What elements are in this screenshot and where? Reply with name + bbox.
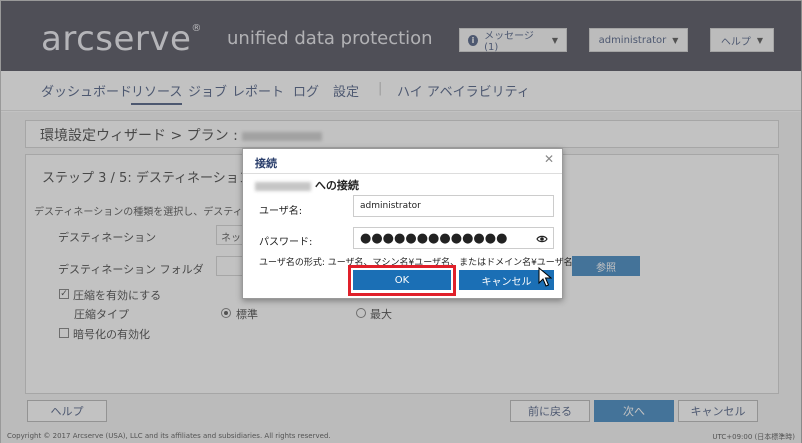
eye-icon[interactable] — [536, 233, 548, 245]
username-label: ユーザ名: — [259, 206, 303, 217]
password-label: パスワード: — [259, 237, 313, 248]
close-icon[interactable]: ✕ — [542, 152, 556, 166]
ok-button-highlight — [348, 265, 456, 296]
connect-dialog: 接続 ✕ への接続 ユーザ名: administrator パスワード: ●●●… — [242, 148, 573, 299]
username-input[interactable]: administrator — [353, 195, 554, 217]
dialog-title: 接続 — [255, 157, 277, 170]
dialog-divider — [243, 173, 562, 174]
password-mask: ●●●●●●●●●●●●● — [360, 231, 508, 246]
mouse-pointer-icon — [538, 267, 552, 287]
redacted-host-name — [255, 181, 311, 191]
dialog-subtitle: への接続 — [255, 177, 359, 193]
password-input[interactable]: ●●●●●●●●●●●●● — [353, 227, 554, 249]
